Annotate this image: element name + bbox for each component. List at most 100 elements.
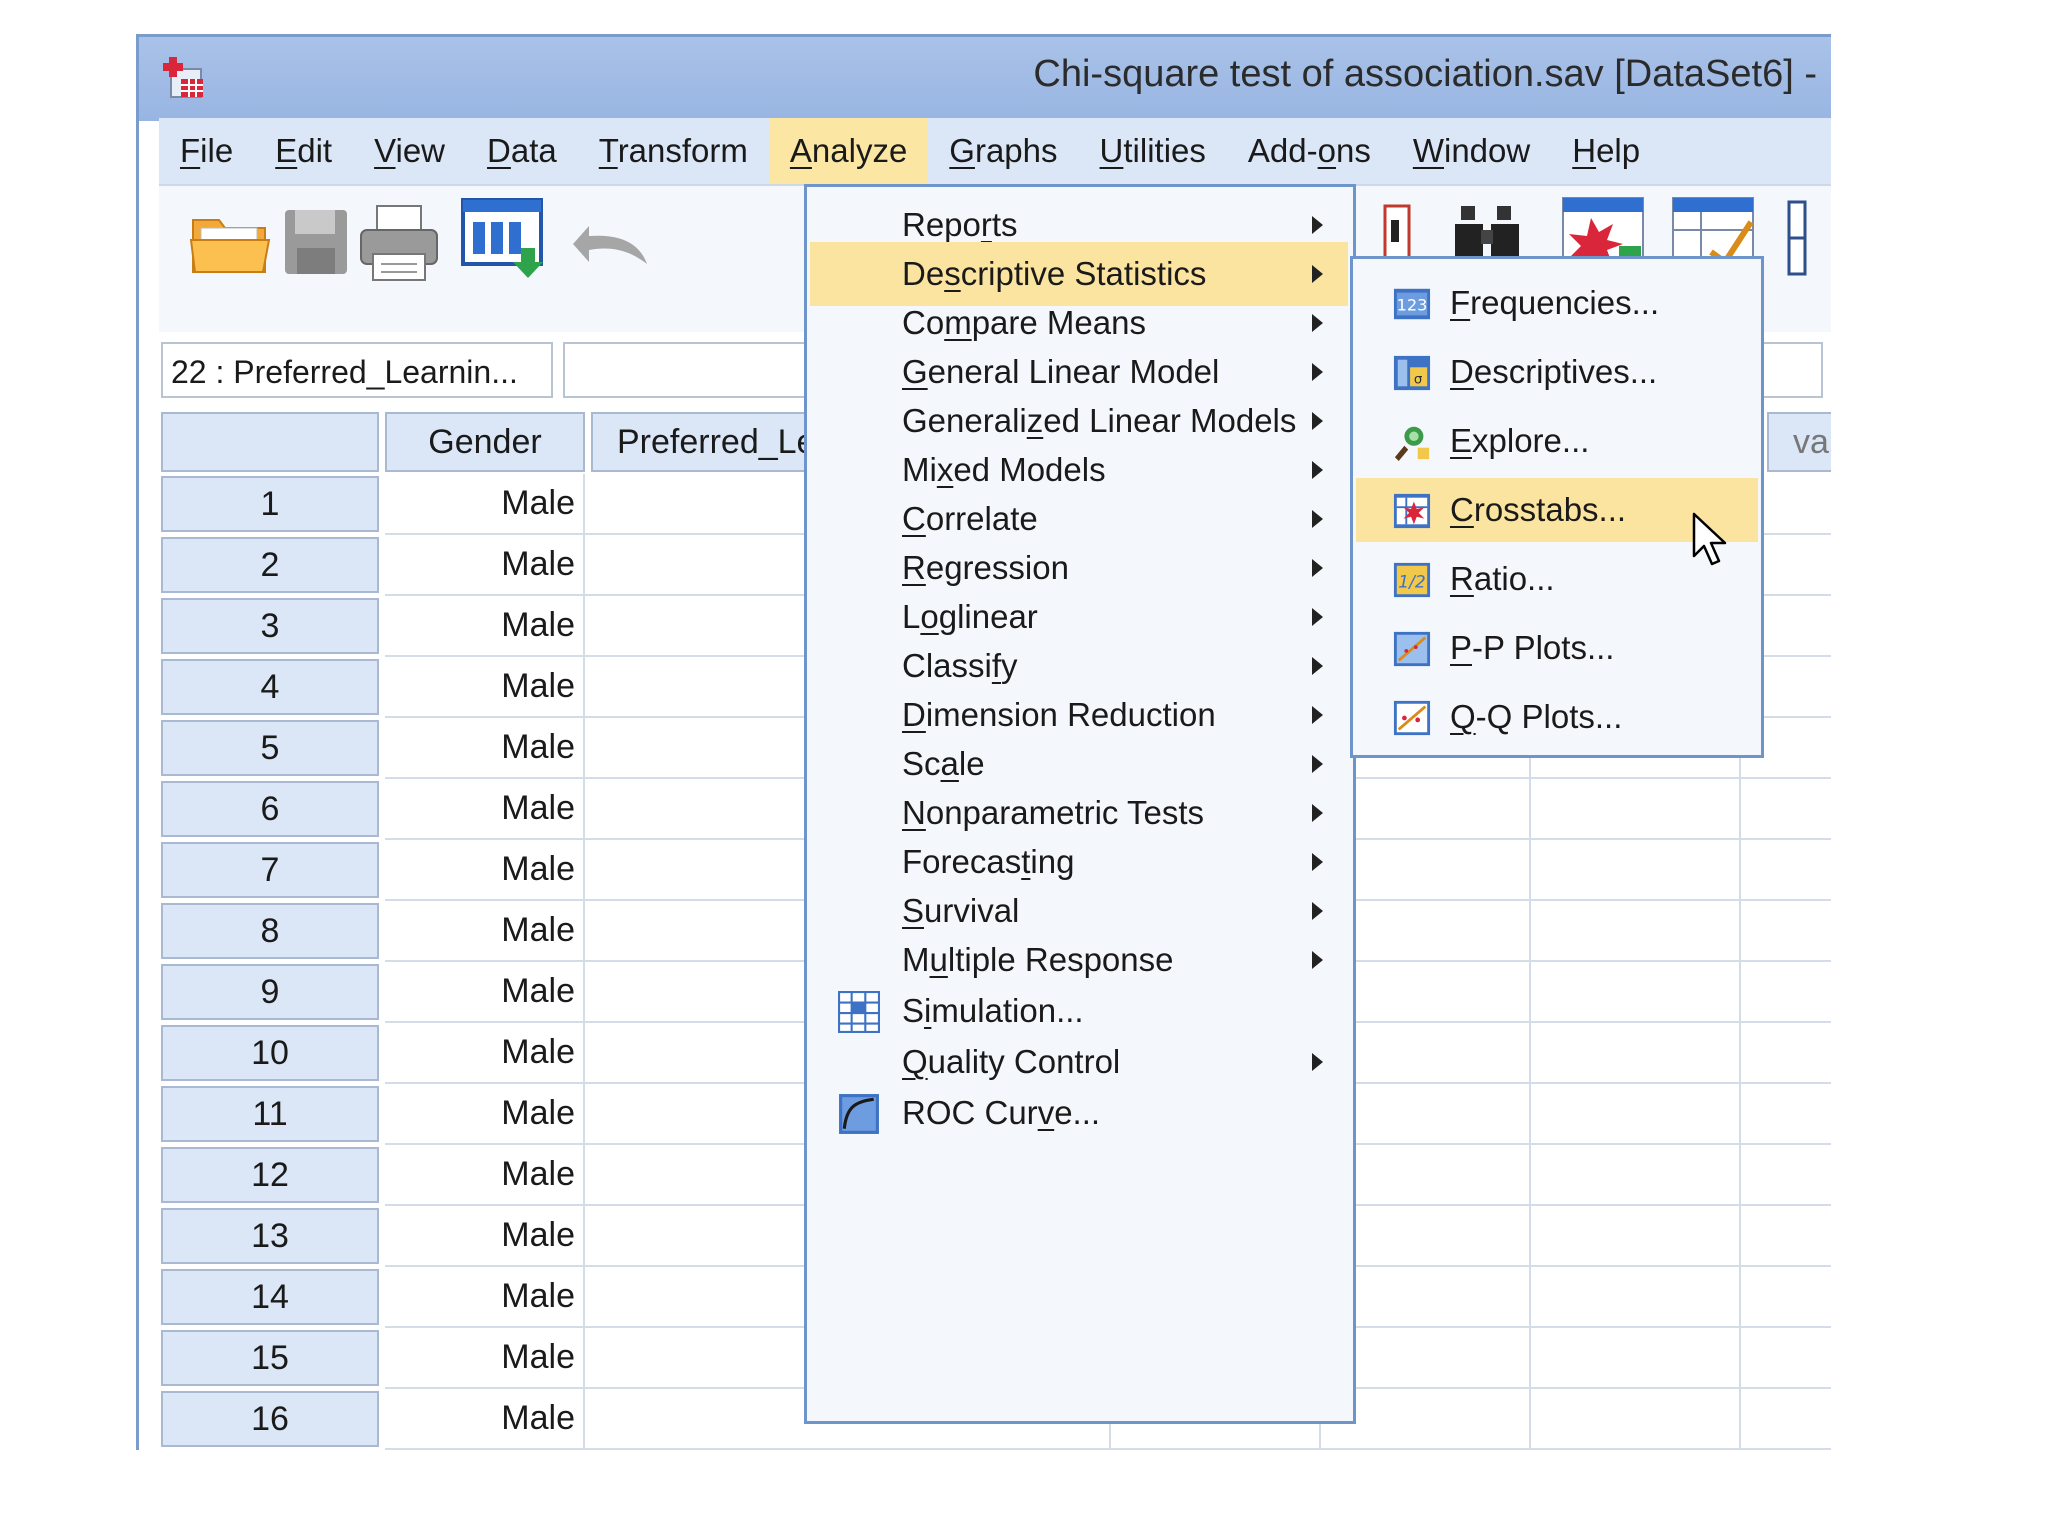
cell-gender[interactable]: Male [385,1267,585,1328]
open-folder-icon[interactable] [189,206,273,276]
submenu-item-label: Descriptives... [1450,353,1658,390]
recall-dialog-icon[interactable] [459,196,549,280]
row-number[interactable]: 10 [161,1025,379,1081]
submenu-item-label: Frequencies... [1450,284,1660,321]
cell-gender[interactable]: Male [385,657,585,718]
submenu-arrow-icon [1312,755,1323,773]
svg-text:123: 123 [1397,296,1428,315]
submenu-arrow-icon [1312,559,1323,577]
menu-item-label: ROC Curve... [902,1094,1101,1131]
submenu-arrow-icon [1312,510,1323,528]
submenu-arrow-icon [1312,363,1323,381]
pp-plots-icon [1393,631,1431,667]
row-number[interactable]: 15 [161,1330,379,1386]
row-number[interactable]: 1 [161,476,379,532]
svg-text:σ: σ [1414,372,1423,387]
submenu-item-label: Ratio... [1450,560,1555,597]
submenu-arrow-icon [1312,853,1323,871]
column-header-gender[interactable]: Gender [385,412,585,472]
submenu-arrow-icon [1312,608,1323,626]
cell-gender[interactable]: Male [385,962,585,1023]
submenu-item-frequencies[interactable]: 123 Frequencies... [1356,271,1758,335]
cell-gender[interactable]: Male [385,1145,585,1206]
crosstabs-icon [1393,493,1431,529]
submenu-arrow-icon [1312,804,1323,822]
submenu-item-label: P-P Plots... [1450,629,1615,666]
submenu-item-label: Explore... [1450,422,1590,459]
cell-gender[interactable]: Male [385,474,585,535]
submenu-arrow-icon [1312,657,1323,675]
roc-curve-icon [839,1094,879,1134]
menu-view[interactable]: View [353,118,466,184]
menu-file[interactable]: File [159,118,254,184]
submenu-item-label: Crosstabs... [1450,491,1627,528]
menu-item-roc-curve[interactable]: ROC Curve... [810,1081,1348,1145]
menu-bar: File Edit View Data Transform Analyze Graphs Ut… [159,118,1831,184]
submenu-arrow-icon [1312,314,1323,332]
mouse-cursor-icon [1692,512,1727,566]
row-number[interactable]: 13 [161,1208,379,1264]
row-number[interactable]: 12 [161,1147,379,1203]
submenu-arrow-icon [1312,902,1323,920]
frequencies-icon: 123 [1393,288,1431,320]
row-number[interactable]: 8 [161,903,379,959]
explore-icon [1394,426,1430,461]
row-number[interactable]: 11 [161,1086,379,1142]
cell-gender[interactable]: Male [385,840,585,901]
descriptive-statistics-submenu: 123 Frequencies... σ Descriptives... Explore… [1350,256,1764,758]
submenu-arrow-icon [1312,1053,1323,1071]
print-icon[interactable] [357,202,441,284]
submenu-arrow-icon [1312,265,1323,283]
submenu-item-p-p-plots[interactable]: P-P Plots... [1356,616,1758,680]
submenu-arrow-icon [1312,951,1323,969]
cell-gender[interactable]: Male [385,1328,585,1389]
menu-help[interactable]: Help [1551,118,1661,184]
row-number[interactable]: 14 [161,1269,379,1325]
grid-corner[interactable] [161,412,379,472]
split-file-icon[interactable] [1787,200,1807,276]
cell-reference[interactable]: 22 : Preferred_Learnin... [161,342,553,398]
cell-gender[interactable]: Male [385,718,585,779]
svg-text:1/2: 1/2 [1398,573,1426,593]
submenu-arrow-icon [1312,706,1323,724]
row-number[interactable]: 7 [161,842,379,898]
submenu-item-descriptives[interactable]: σ Descriptives... [1356,340,1758,404]
spss-app-icon[interactable] [163,55,207,101]
row-number[interactable]: 16 [161,1391,379,1447]
descriptives-icon: σ [1393,355,1431,391]
menu-edit[interactable]: Edit [254,118,353,184]
cell-gender[interactable]: Male [385,1023,585,1084]
column-header-var[interactable]: va [1767,412,1831,472]
menu-utilities[interactable]: Utilities [1079,118,1227,184]
submenu-arrow-icon [1312,412,1323,430]
row-number[interactable]: 5 [161,720,379,776]
submenu-item-explore[interactable]: Explore... [1356,409,1758,473]
submenu-item-label: Q-Q Plots... [1450,698,1623,735]
menu-add-ons[interactable]: Add-ons [1227,118,1392,184]
menu-graphs[interactable]: Graphs [928,118,1078,184]
menu-analyze[interactable]: Analyze [768,118,929,184]
cell-gender[interactable]: Male [385,596,585,657]
ratio-icon: 1/2 [1393,562,1431,598]
undo-icon[interactable] [571,216,653,270]
row-number[interactable]: 3 [161,598,379,654]
title-bar: Chi-square test of association.sav [Data… [139,34,1831,121]
window-title: Chi-square test of association.sav [Data… [1033,53,1817,95]
submenu-item-q-q-plots[interactable]: Q-Q Plots... [1356,685,1758,749]
row-number[interactable]: 6 [161,781,379,837]
simulation-icon [838,991,880,1033]
cell-gender[interactable]: Male [385,779,585,840]
cell-gender[interactable]: Male [385,901,585,962]
cell-gender[interactable]: Male [385,1206,585,1267]
row-number[interactable]: 4 [161,659,379,715]
cell-gender[interactable]: Male [385,1389,585,1450]
row-number[interactable]: 2 [161,537,379,593]
menu-data[interactable]: Data [466,118,578,184]
row-number[interactable]: 9 [161,964,379,1020]
cell-gender[interactable]: Male [385,535,585,596]
cell-gender[interactable]: Male [385,1084,585,1145]
save-icon[interactable] [281,206,351,278]
menu-window[interactable]: Window [1392,118,1551,184]
menu-transform[interactable]: Transform [578,118,769,184]
goto-case-icon[interactable] [1383,200,1415,264]
